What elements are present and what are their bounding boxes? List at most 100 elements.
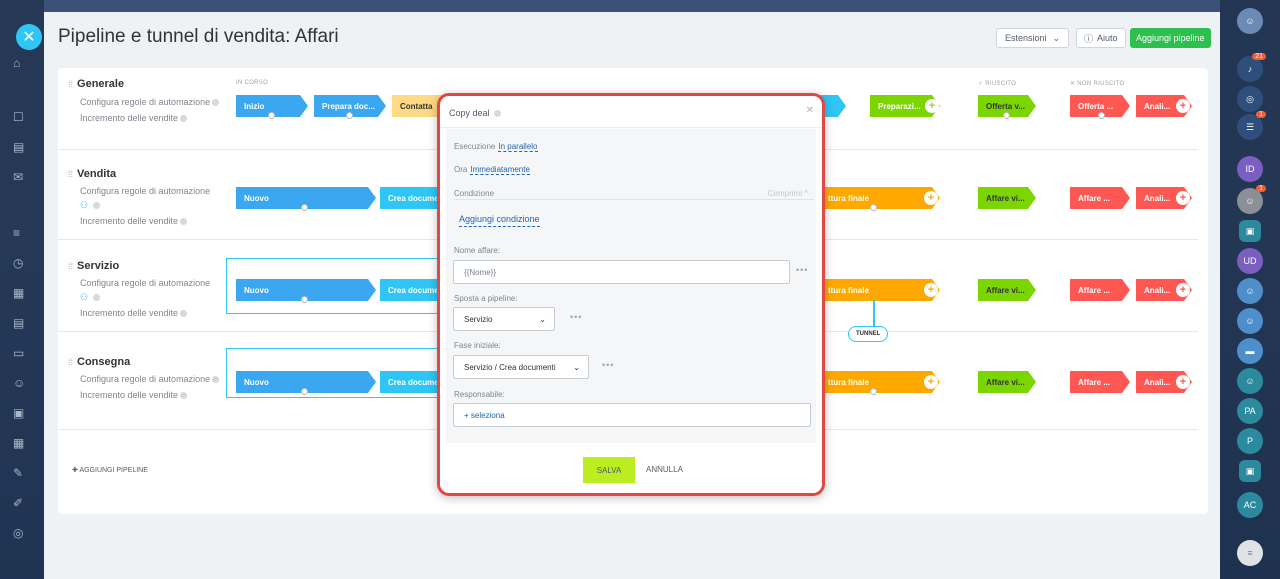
add-condition-link[interactable]: Aggiungi condizione bbox=[459, 214, 540, 227]
avatar-pa[interactable]: PA bbox=[1237, 398, 1263, 424]
sales-increase-link[interactable]: Incremento delle vendite bbox=[80, 216, 188, 226]
save-button[interactable]: SALVA bbox=[583, 457, 635, 483]
add-pipeline-link[interactable]: ✚ AGGIUNGI PIPELINE bbox=[72, 466, 148, 474]
stage-select[interactable]: Servizio / Crea documenti ⌄ bbox=[453, 355, 589, 379]
sales-increase-link[interactable]: Incremento delle vendite bbox=[80, 113, 188, 123]
right-sidebar: ☺ ♪ 21 ◎ ☰ 1 ID ☺ 1 ▣ UD ☺ ☺ ▬ ☺ PA P ▣ AC … bbox=[1220, 0, 1280, 579]
stage-affare-perso[interactable]: Affare ... bbox=[1070, 279, 1130, 301]
group-icon-3[interactable]: ☺ bbox=[1237, 368, 1263, 394]
automation-link[interactable]: Configura regole di automazione bbox=[80, 186, 210, 196]
help-button[interactable]: ⓘ Aiuto bbox=[1076, 28, 1126, 48]
home-icon[interactable]: ⌂ bbox=[13, 56, 29, 70]
notifications-icon[interactable]: ♪ 21 bbox=[1237, 53, 1266, 82]
help-icon bbox=[180, 115, 188, 123]
close-icon[interactable]: ✕ bbox=[16, 24, 42, 50]
pipeline-title[interactable]: ⁞⁞ Generale bbox=[68, 78, 124, 90]
add-stage-icon[interactable]: + bbox=[1176, 375, 1190, 389]
condition-label: Condizione bbox=[454, 189, 495, 198]
deal-name-input[interactable]: {{Nome}} bbox=[453, 260, 790, 284]
group-icon-2[interactable]: ☺ bbox=[1237, 308, 1263, 334]
stage-fattura-finale[interactable]: ttura finale bbox=[820, 279, 940, 301]
tunnel-badge[interactable]: TUNNEL bbox=[848, 326, 889, 342]
add-stage-icon[interactable]: + bbox=[924, 191, 938, 205]
pipeline-title[interactable]: ⁞⁞ Vendita bbox=[68, 168, 116, 180]
help-icon bbox=[494, 110, 502, 118]
tasks-icon[interactable]: ☐ bbox=[13, 110, 29, 124]
responsible-select[interactable]: + seleziona bbox=[453, 403, 811, 427]
avatar-photo[interactable]: ☺ 1 bbox=[1237, 185, 1266, 214]
chat-bubble-icon[interactable]: ▬ bbox=[1237, 338, 1263, 364]
avatar-p[interactable]: P bbox=[1237, 428, 1263, 454]
add-stage-icon[interactable]: + bbox=[1176, 191, 1190, 205]
execution-value[interactable]: In parallelo bbox=[498, 142, 538, 152]
add-stage-icon[interactable]: + bbox=[1176, 99, 1190, 113]
time-icon[interactable]: ◷ bbox=[13, 256, 29, 270]
edit-icon[interactable]: ✐ bbox=[13, 496, 29, 510]
plus-icon: ✚ bbox=[72, 467, 78, 474]
extensions-button[interactable]: Estensioni ⌄ bbox=[996, 28, 1070, 48]
help-icon bbox=[180, 392, 188, 400]
projects-icon[interactable]: ▦ bbox=[13, 436, 29, 450]
pipeline-select[interactable]: Servizio ⌄ bbox=[453, 307, 555, 331]
cancel-button[interactable]: ANNULLA bbox=[646, 465, 683, 474]
forms-icon[interactable]: ✎ bbox=[13, 466, 29, 480]
add-pipeline-button[interactable]: Aggiungi pipeline bbox=[1130, 28, 1211, 48]
add-stage-icon[interactable]: + bbox=[924, 375, 938, 389]
chevron-down-icon: ⌄ bbox=[539, 314, 546, 324]
sales-increase-link[interactable]: Incremento delle vendite bbox=[80, 390, 188, 400]
stage-dot bbox=[1098, 112, 1105, 119]
stage-affare-vinto[interactable]: Affare vi... bbox=[978, 279, 1036, 301]
pipeline-title[interactable]: ⁞⁞ Consegna bbox=[68, 356, 130, 368]
automation-link[interactable]: Configura regole di automazione bbox=[80, 374, 220, 384]
add-stage-icon[interactable]: + bbox=[925, 99, 939, 113]
avatar-id[interactable]: ID bbox=[1237, 156, 1263, 182]
drag-handle-icon[interactable]: ⁞⁞ bbox=[68, 261, 73, 271]
groups-icon[interactable]: ☺ bbox=[13, 376, 29, 390]
stage-fattura-finale[interactable]: ttura finale bbox=[820, 187, 940, 209]
avatar-ud[interactable]: UD bbox=[1237, 248, 1263, 274]
messages-icon[interactable]: ☰ 1 bbox=[1237, 111, 1266, 140]
dialog-footer: SALVA ANNULLA bbox=[440, 451, 822, 491]
more-icon[interactable]: ◎ bbox=[13, 526, 29, 540]
more-options-icon[interactable]: ••• bbox=[570, 312, 582, 322]
divider bbox=[454, 199, 814, 200]
drag-handle-icon[interactable]: ⁞⁞ bbox=[68, 169, 73, 179]
drive-icon[interactable]: ▭ bbox=[13, 346, 29, 360]
stage-affare-vinto[interactable]: Affare vi... bbox=[978, 187, 1036, 209]
docs-icon[interactable]: ▤ bbox=[13, 316, 29, 330]
collapse-button[interactable]: Comprimi ^ bbox=[768, 189, 808, 198]
user-avatar[interactable]: ☺ bbox=[1237, 8, 1263, 34]
stage-affare-perso[interactable]: Affare ... bbox=[1070, 187, 1130, 209]
inbox-icon[interactable]: ✉ bbox=[13, 170, 29, 184]
drag-handle-icon[interactable]: ⁞⁞ bbox=[68, 357, 73, 367]
more-options-icon[interactable]: ••• bbox=[602, 360, 614, 370]
stage-dot bbox=[301, 388, 308, 395]
calendar-icon[interactable]: ▦ bbox=[13, 286, 29, 300]
automation-link[interactable]: Configura regole di automazione bbox=[80, 278, 210, 288]
crm-icon[interactable]: ≡ bbox=[13, 226, 29, 240]
drag-handle-icon[interactable]: ⁞⁞ bbox=[68, 79, 73, 89]
stage-dot bbox=[870, 204, 877, 211]
more-options-icon[interactable]: ••• bbox=[796, 265, 808, 275]
close-icon[interactable]: ✕ bbox=[806, 105, 814, 116]
feed-icon[interactable]: ▤ bbox=[13, 140, 29, 154]
add-stage-icon[interactable]: + bbox=[924, 283, 938, 297]
dialog-body: Esecuzione In parallelo Ora Immediatamente… bbox=[446, 129, 816, 443]
stage-affare-perso[interactable]: Affare ... bbox=[1070, 371, 1130, 393]
sites-icon[interactable]: ▣ bbox=[13, 406, 29, 420]
automation-link[interactable]: Configura regole di automazione bbox=[80, 97, 220, 107]
time-value[interactable]: Immediatamente bbox=[470, 165, 530, 175]
stage-fattura-finale[interactable]: ttura finale bbox=[820, 371, 940, 393]
list-icon[interactable]: ≡ bbox=[1237, 540, 1263, 566]
stage-dot bbox=[301, 296, 308, 303]
chat-icon-2[interactable]: ▣ bbox=[1239, 460, 1261, 482]
add-stage-icon[interactable]: + bbox=[1176, 283, 1190, 297]
avatar-ac[interactable]: AC bbox=[1237, 492, 1263, 518]
stage-affare-vinto[interactable]: Affare vi... bbox=[978, 371, 1036, 393]
sales-increase-link[interactable]: Incremento delle vendite bbox=[80, 308, 188, 318]
group-icon[interactable]: ☺ bbox=[1237, 278, 1263, 304]
help-icon bbox=[180, 310, 188, 318]
activity-icon[interactable]: ◎ bbox=[1237, 86, 1263, 112]
pipeline-title[interactable]: ⁞⁞ Servizio bbox=[68, 260, 119, 272]
chat-icon[interactable]: ▣ bbox=[1239, 220, 1261, 242]
